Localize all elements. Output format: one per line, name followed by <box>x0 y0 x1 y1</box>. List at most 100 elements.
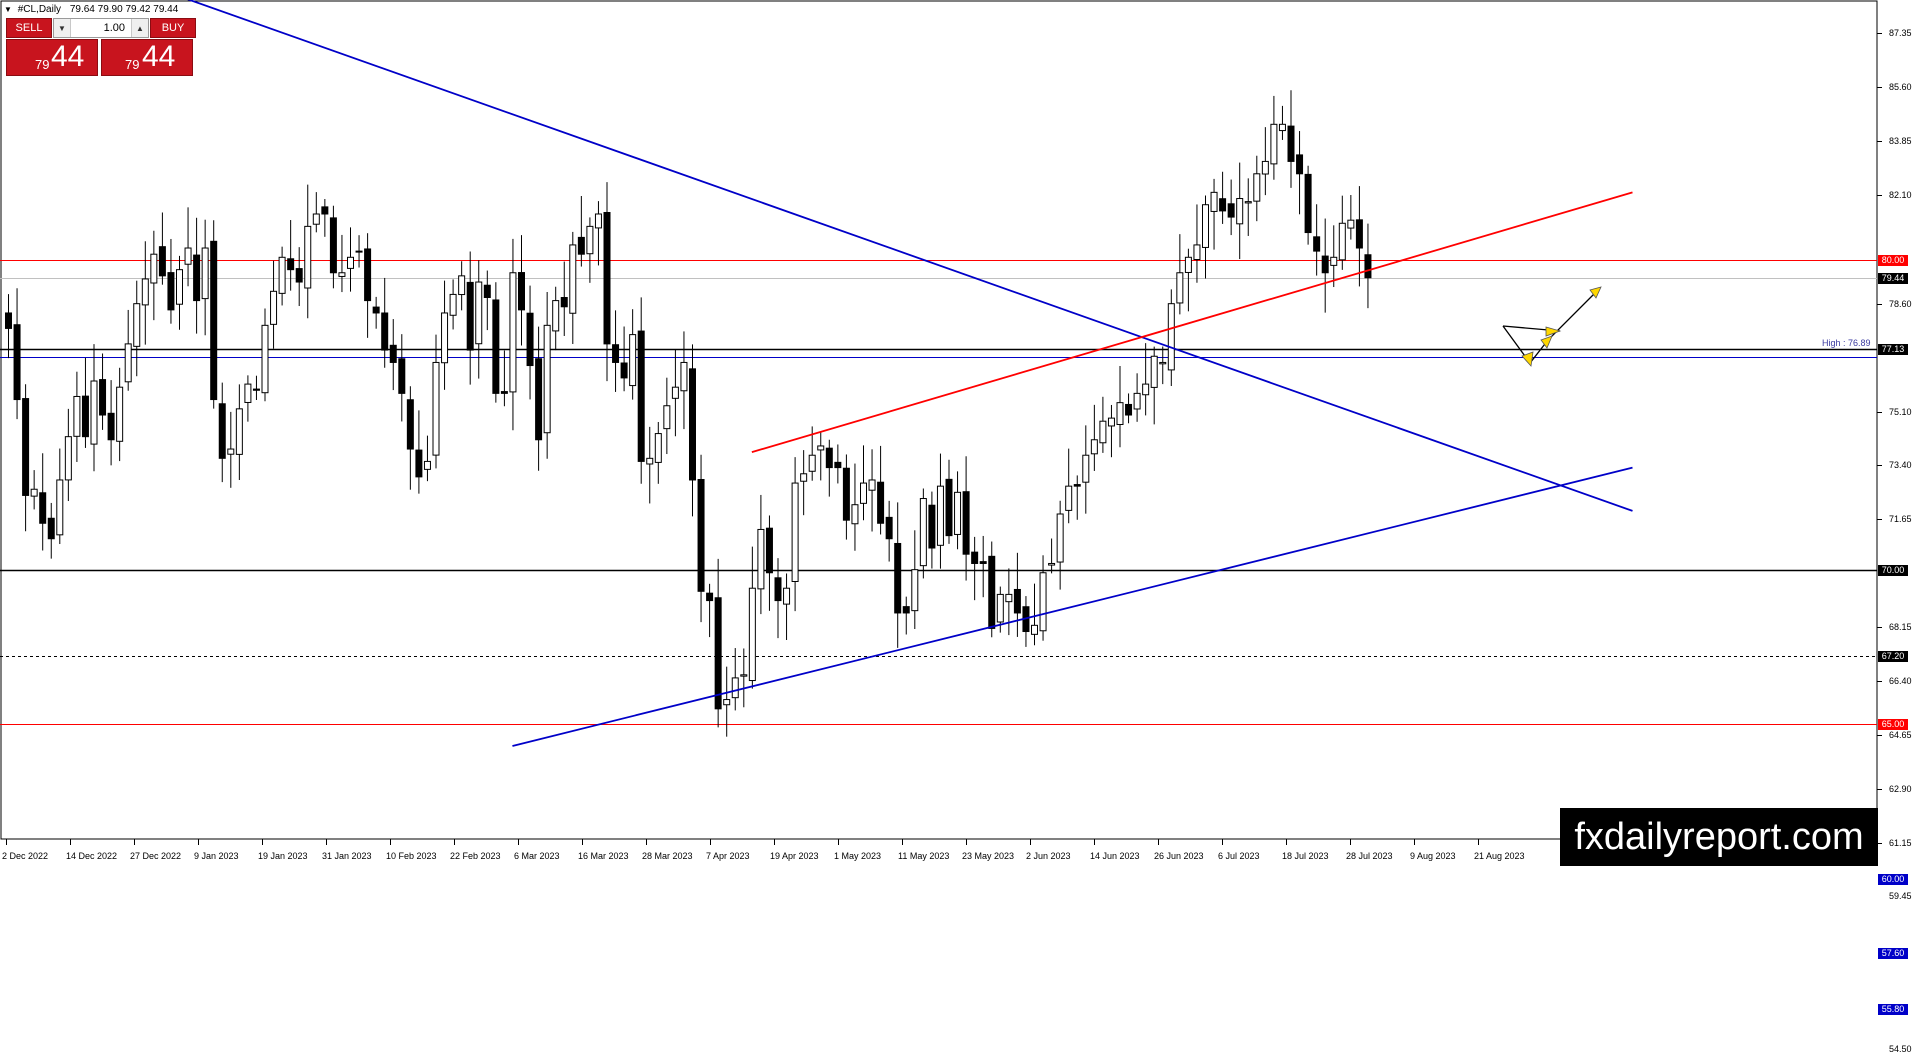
price-axis-label: 83.85 <box>1889 136 1912 146</box>
candle <box>765 527 773 574</box>
candle <box>1193 244 1201 261</box>
price-axis-label: 82.10 <box>1889 190 1912 200</box>
candle <box>1031 624 1038 635</box>
candle <box>706 592 714 602</box>
candle <box>483 284 491 299</box>
candle <box>834 461 842 469</box>
sell-button[interactable]: SELL <box>6 18 52 38</box>
date-axis-label: 11 May 2023 <box>898 851 950 861</box>
candle <box>1184 256 1192 273</box>
candle <box>1219 198 1227 212</box>
symbol-label: #CL,Daily <box>17 4 62 15</box>
ohlc-values: 79.64 79.90 79.42 79.44 <box>69 4 179 15</box>
sell-price-quote[interactable]: 79 44 <box>6 39 98 76</box>
candle <box>723 699 731 706</box>
date-axis-label: 2 Jun 2023 <box>1026 851 1071 861</box>
candle <box>1150 355 1158 388</box>
price-axis-label: 87.35 <box>1889 28 1912 38</box>
candle <box>81 395 89 438</box>
candle <box>1236 198 1244 225</box>
candle <box>30 488 38 497</box>
candle <box>988 555 996 629</box>
candle <box>560 297 568 308</box>
candle <box>475 281 483 345</box>
candle <box>338 272 346 277</box>
candle <box>748 587 756 682</box>
price-tag-77-13: 77.13 <box>1878 344 1908 355</box>
candle <box>535 358 543 441</box>
candle <box>1159 361 1167 365</box>
candle <box>312 213 320 225</box>
candle <box>1261 160 1269 175</box>
candle <box>99 379 107 416</box>
price-axis-label: 85.60 <box>1889 82 1912 92</box>
candle <box>594 213 602 229</box>
candle <box>1013 588 1021 614</box>
date-axis-label: 14 Dec 2022 <box>66 851 118 861</box>
candle <box>90 380 98 445</box>
candle <box>261 324 269 394</box>
sell-quote-small: 79 <box>35 57 50 72</box>
buy-button[interactable]: BUY <box>150 18 196 38</box>
lot-size-input[interactable] <box>71 19 131 37</box>
lot-decrease-icon[interactable]: ▼ <box>54 19 71 37</box>
candle <box>620 362 628 379</box>
candle <box>894 542 902 614</box>
candle <box>825 447 833 469</box>
candle <box>158 246 166 277</box>
candle <box>218 403 226 459</box>
candle <box>1073 484 1081 487</box>
price-tag-79-44: 79.44 <box>1878 273 1908 284</box>
candle <box>646 457 654 465</box>
candle <box>663 405 671 430</box>
candle <box>817 445 825 451</box>
candle <box>637 330 645 462</box>
candle <box>5 312 12 329</box>
candle <box>389 344 397 363</box>
candle <box>954 491 962 535</box>
price-axis-label: 75.10 <box>1889 407 1912 417</box>
candle <box>406 399 414 450</box>
date-axis-label: 26 Jun 2023 <box>1154 851 1204 861</box>
candle <box>783 587 791 605</box>
candle <box>304 225 312 289</box>
candle <box>808 454 816 472</box>
candle <box>184 247 192 265</box>
candle <box>731 677 739 699</box>
candle <box>252 388 260 391</box>
price-axis-label: 62.90 <box>1889 784 1912 794</box>
price-axis-label: 71.65 <box>1889 514 1912 524</box>
candle <box>919 498 927 567</box>
candle <box>1107 417 1115 427</box>
buy-price-quote[interactable]: 79 44 <box>101 39 193 76</box>
candle <box>364 248 372 302</box>
lot-size-field[interactable]: ▼ ▲ <box>53 18 149 38</box>
candle <box>47 517 55 540</box>
symbol-header: ▼ #CL,Daily 79.64 79.90 79.42 79.44 <box>4 4 178 15</box>
candle <box>1056 513 1064 563</box>
candle <box>167 272 175 311</box>
candle <box>235 408 243 455</box>
date-axis-label: 9 Jan 2023 <box>194 851 239 861</box>
trading-terminal-window: ▼ #CL,Daily 79.64 79.90 79.42 79.44 SELL… <box>0 0 1916 1054</box>
candle <box>603 211 611 345</box>
price-tag-65-00: 65.00 <box>1878 719 1908 730</box>
date-axis-label: 2 Dec 2022 <box>2 851 49 861</box>
lot-increase-icon[interactable]: ▲ <box>131 19 148 37</box>
candle <box>1082 454 1090 483</box>
candle <box>295 268 303 283</box>
candle <box>39 492 47 524</box>
candle <box>1347 219 1355 229</box>
price-tag-55-80: 55.80 <box>1878 1004 1908 1015</box>
date-axis-label: 6 Jul 2023 <box>1218 851 1260 861</box>
date-axis-label: 28 Mar 2023 <box>642 851 693 861</box>
candle <box>791 482 799 583</box>
candle <box>860 482 867 504</box>
candle <box>945 478 953 537</box>
date-axis-label: 18 Jul 2023 <box>1282 851 1329 861</box>
candle <box>1176 272 1184 304</box>
candle <box>176 269 183 305</box>
date-axis-label: 16 Mar 2023 <box>578 851 629 861</box>
date-axis-label: 9 Aug 2023 <box>1410 851 1456 861</box>
candlestick-chart[interactable] <box>0 0 1916 866</box>
